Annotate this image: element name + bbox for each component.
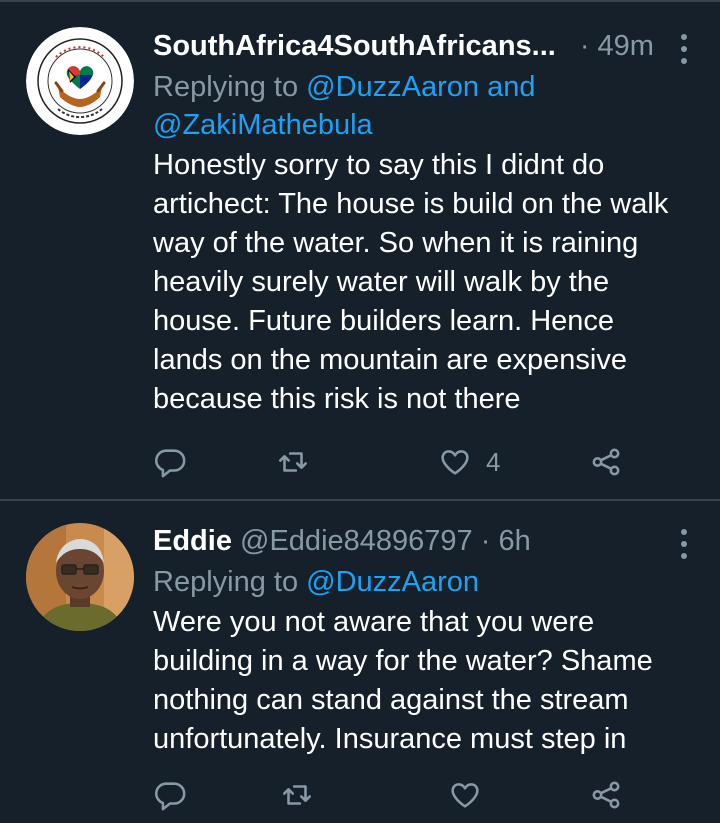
text-line: lands on the mountain are expensive [153,344,627,376]
reply-button[interactable] [153,778,187,812]
tweet-body: Eddie @Eddie84896797 · 6h Replying to @D… [153,519,680,759]
tweet-header: Eddie @Eddie84896797 · 6h [153,519,680,563]
text-line: unfortunately. Insurance must step in [153,723,627,755]
text-line: heavily surely water will walk by the [153,266,610,298]
share-icon [592,781,620,809]
action-bar: 4 [153,442,623,482]
replying-prefix: Replying to [153,566,307,598]
text-line: house. Future builders learn. Hence [153,305,615,337]
mention-link[interactable]: @ZakiMathebula [153,109,373,141]
text-line: building in a way for the water? Shame [153,645,653,677]
display-name[interactable]: Eddie [153,525,232,557]
replying-to: Replying to @DuzzAaron and @ZakiMathebul… [153,68,680,144]
text-line: because this risk is not there [153,383,521,415]
tweet[interactable]: Eddie @Eddie84896797 · 6h Replying to @D… [0,501,720,821]
tweet-text: Were you not aware that you were buildin… [153,603,680,759]
heart-hands-logo-icon [26,27,134,135]
like-count: 4 [486,446,501,477]
tweet[interactable]: SouthAfrica4SouthAfricans... · 49m Replyi… [0,2,720,499]
share-icon [592,448,620,476]
heart-icon [451,783,479,808]
replying-prefix: Replying to [153,71,307,103]
text-line: artichect: The house is build on the wal… [153,188,669,220]
display-name[interactable]: SouthAfrica4SouthAfricans... [153,30,556,62]
more-vertical-icon[interactable] [680,34,688,64]
text-line: nothing can stand against the stream [153,684,629,716]
reply-bubble-icon [155,782,186,811]
person-photo-icon [26,523,134,631]
text-line: way of the water. So when it is raining [153,227,639,259]
like-button[interactable] [448,778,496,812]
more-vertical-icon[interactable] [680,529,688,559]
share-button[interactable] [589,778,623,812]
retweet-button[interactable] [276,445,310,479]
text-line: Were you not aware that you were [153,606,595,638]
retweet-icon [283,785,312,805]
replying-to: Replying to @DuzzAaron [153,563,680,601]
retweet-button[interactable] [280,778,314,812]
text-line: Honestly sorry to say this I didnt do [153,149,605,181]
mention-link[interactable]: @DuzzAaron [306,566,479,598]
mention-link[interactable]: @DuzzAaron and [306,71,535,103]
reply-button[interactable] [153,445,187,479]
heart-icon [441,450,469,475]
tweet-header: SouthAfrica4SouthAfricans... · 49m [153,24,680,68]
tweet-time[interactable]: · 6h [473,525,531,557]
avatar[interactable] [26,523,134,631]
reply-bubble-icon [155,449,186,478]
retweet-icon [278,452,307,472]
share-button[interactable] [589,445,623,479]
handle[interactable]: @Eddie84896797 [232,525,473,557]
avatar[interactable] [26,27,134,135]
tweet-time[interactable]: · 49m [580,30,654,62]
tweet-body: SouthAfrica4SouthAfricans... · 49m Replyi… [153,24,680,419]
tweet-text: Honestly sorry to say this I didnt do ar… [153,146,680,419]
like-button[interactable]: 4 [438,445,500,479]
action-bar [153,775,623,815]
